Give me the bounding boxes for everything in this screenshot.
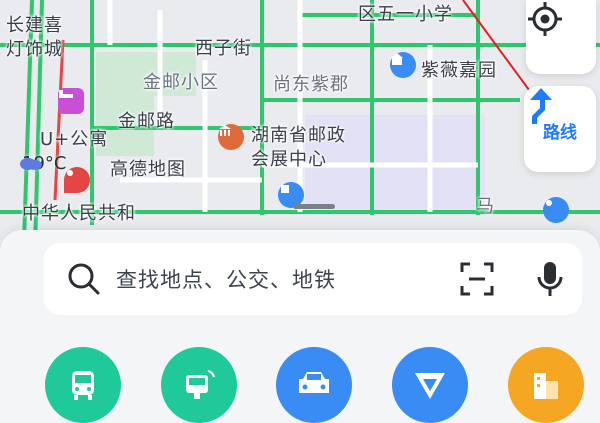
map-label: 金邮小区 — [143, 72, 219, 93]
bus-button[interactable] — [45, 347, 121, 423]
metro-icon — [186, 370, 215, 399]
pin-poi-icon[interactable] — [64, 167, 90, 193]
map-label: 区五一小学 — [358, 4, 453, 25]
bus-icon — [72, 371, 94, 400]
search-placeholder[interactable]: 查找地点、公交、地铁 — [116, 264, 336, 294]
search-icon — [68, 263, 100, 295]
route-icon — [530, 88, 552, 124]
map-label: 长建喜 — [6, 15, 63, 36]
hotel-poi-icon[interactable] — [58, 88, 84, 114]
car-icon — [299, 372, 329, 393]
locate-button[interactable] — [526, 0, 596, 74]
building-button[interactable] — [508, 347, 584, 423]
navigation-button[interactable] — [392, 347, 468, 423]
building-icon — [534, 373, 558, 399]
map-label: 马 — [476, 196, 495, 217]
map-label: 湖南省邮政 — [251, 125, 346, 146]
drag-handle[interactable] — [293, 204, 335, 209]
search-bar[interactable]: 查找地点、公交、地铁 — [44, 243, 582, 315]
map-label: 金邮路 — [118, 111, 175, 132]
scan-icon[interactable] — [458, 260, 496, 298]
school-poi-icon[interactable] — [390, 52, 416, 78]
map-label: U+公寓 — [40, 129, 109, 150]
map-label: 灯饰城 — [6, 39, 63, 60]
museum-poi-icon[interactable] — [218, 124, 244, 150]
locate-icon — [528, 2, 562, 36]
map-label: 会展中心 — [251, 149, 327, 170]
microphone-icon[interactable] — [534, 259, 566, 299]
map-label: 中华人民共和 — [22, 203, 136, 224]
map-label: 高德地图 — [110, 159, 186, 180]
map-label: 尚东紫郡 — [273, 74, 349, 95]
route-button[interactable]: 路线 — [524, 86, 596, 172]
metro-button[interactable] — [161, 347, 237, 423]
poi-icon[interactable] — [543, 197, 569, 223]
car-button[interactable] — [276, 347, 352, 423]
cloud-icon — [20, 158, 42, 170]
map-label: 西子街 — [195, 38, 252, 59]
map-label: 紫薇嘉园 — [421, 60, 497, 81]
weather-widget[interactable]: 19°C — [18, 153, 66, 174]
navigation-icon — [415, 373, 445, 399]
